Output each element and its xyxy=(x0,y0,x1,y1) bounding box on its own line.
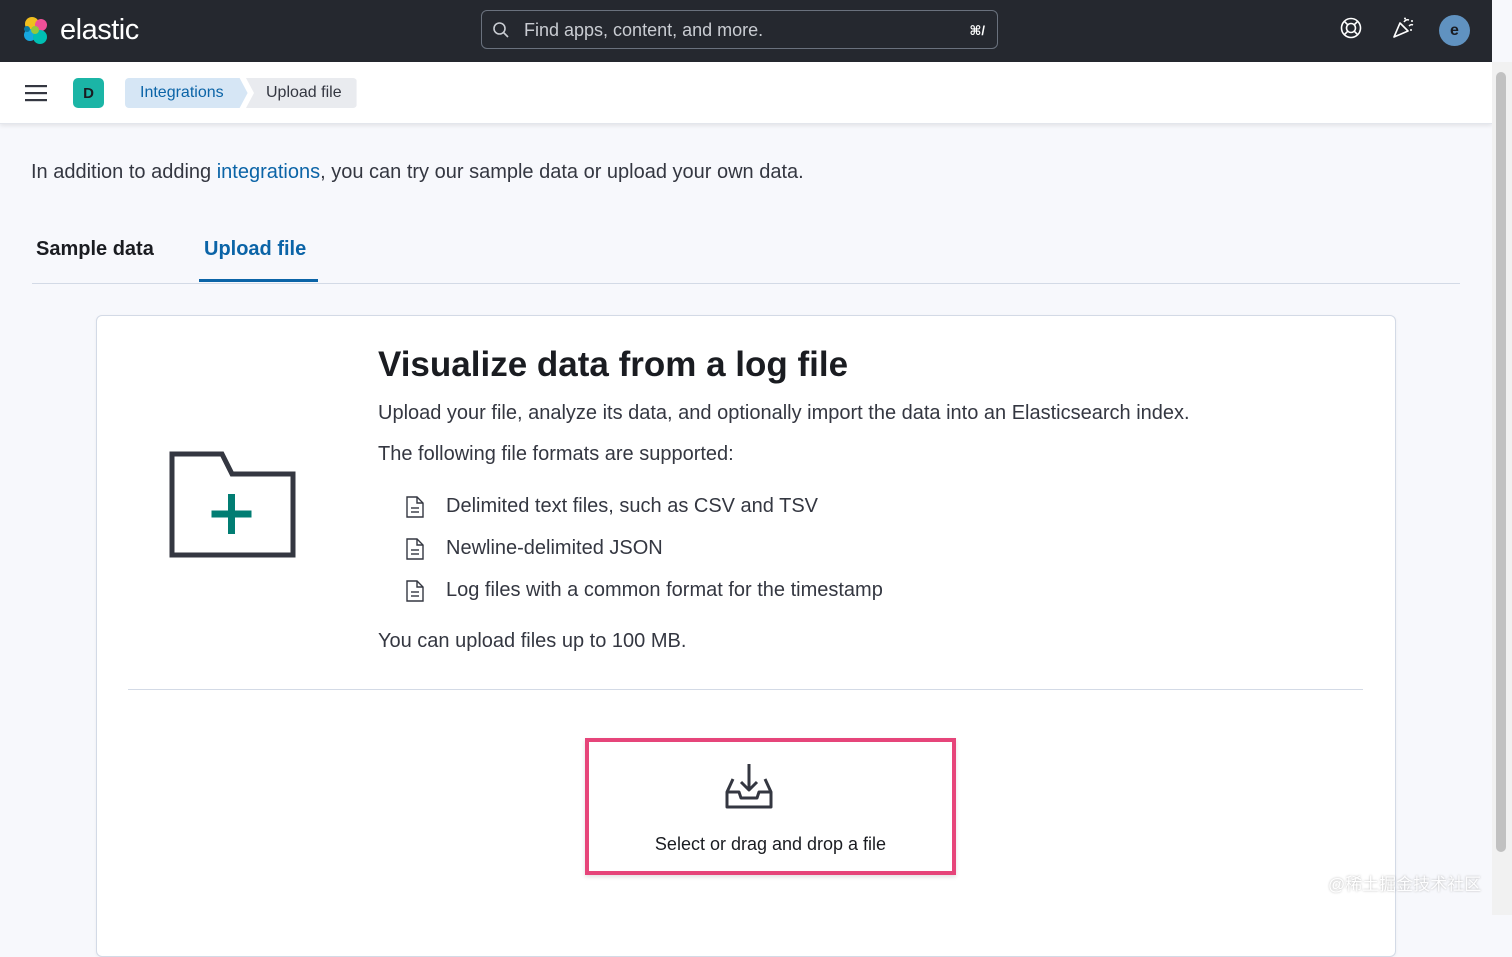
document-icon xyxy=(406,537,424,560)
intro-text-after: , you can try our sample data or upload … xyxy=(320,161,804,183)
global-search[interactable]: Find apps, content, and more. ⌘/ xyxy=(481,10,998,49)
brand-name: elastic xyxy=(60,14,139,46)
breadcrumb-bar: D Integrations Upload file xyxy=(0,62,1492,124)
help-icon[interactable] xyxy=(1339,16,1363,40)
formats-intro: The following file formats are supported… xyxy=(378,443,734,465)
user-avatar[interactable]: e xyxy=(1439,15,1470,46)
format-label: Delimited text files, such as CSV and TS… xyxy=(446,495,819,517)
list-item: Log files with a common format for the t… xyxy=(405,579,883,602)
tab-sample-data[interactable]: Sample data xyxy=(36,238,154,261)
folder-add-icon xyxy=(169,451,296,558)
tab-upload-file[interactable]: Upload file xyxy=(204,238,306,261)
divider xyxy=(128,689,1363,690)
scrollbar-thumb[interactable] xyxy=(1496,72,1506,852)
selected-tab-indicator xyxy=(199,279,318,282)
intro-text: In addition to adding integrations, you … xyxy=(31,161,804,184)
search-icon xyxy=(493,22,509,38)
file-dropzone[interactable]: Select or drag and drop a file xyxy=(585,738,956,875)
breadcrumb-upload-file: Upload file xyxy=(246,78,357,108)
search-input[interactable]: Find apps, content, and more. xyxy=(524,20,763,41)
top-header: elastic Find apps, content, and more. ⌘/… xyxy=(0,0,1492,62)
watermark: @稀土掘金技术社区 xyxy=(1328,875,1482,894)
elastic-logo[interactable]: elastic xyxy=(20,14,139,47)
intro-text-before: In addition to adding xyxy=(31,161,217,183)
panel-description: Upload your file, analyze its data, and … xyxy=(378,402,1190,424)
tab-bar: Sample data Upload file xyxy=(32,228,1460,284)
space-selector[interactable]: D xyxy=(73,78,104,108)
file-size-limit: You can upload files up to 100 MB. xyxy=(378,630,687,652)
dropzone-label: Select or drag and drop a file xyxy=(654,834,887,854)
elastic-logo-icon xyxy=(24,16,47,44)
integrations-link[interactable]: integrations xyxy=(217,161,320,183)
import-icon xyxy=(725,764,773,809)
menu-icon[interactable] xyxy=(25,84,47,102)
breadcrumb-integrations[interactable]: Integrations xyxy=(125,78,248,108)
format-label: Newline-delimited JSON xyxy=(446,537,663,559)
document-icon xyxy=(406,579,424,602)
panel-title: Visualize data from a log file xyxy=(378,345,849,384)
list-item: Delimited text files, such as CSV and TS… xyxy=(405,495,818,518)
search-shortcut-hint: ⌘/ xyxy=(969,23,985,38)
news-feed-icon[interactable] xyxy=(1391,16,1415,40)
list-item: Newline-delimited JSON xyxy=(405,537,663,560)
document-icon xyxy=(406,495,424,518)
format-label: Log files with a common format for the t… xyxy=(446,579,883,601)
